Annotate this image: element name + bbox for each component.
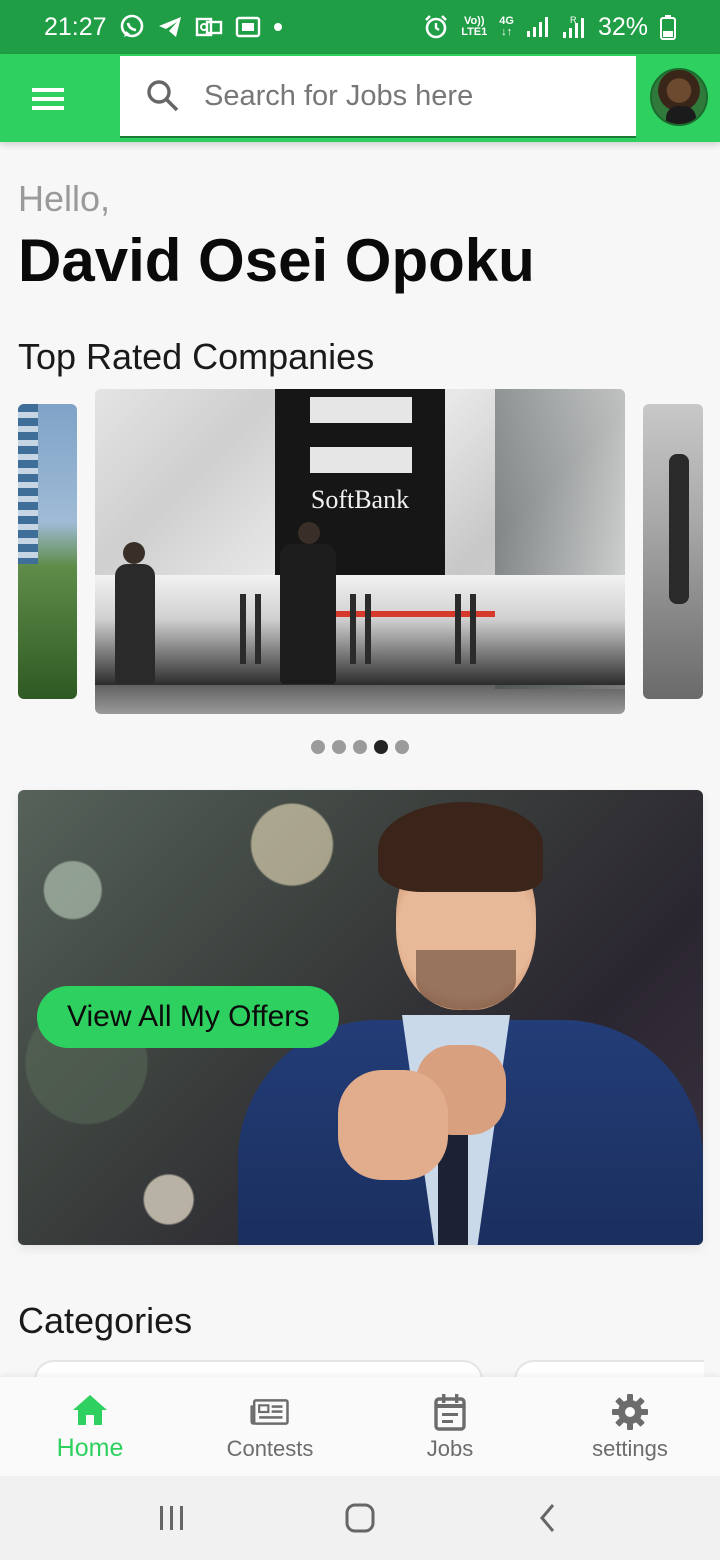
gear-icon [610,1392,650,1432]
alarm-icon [423,14,449,40]
greeting-hello: Hello, [18,178,111,219]
nav-jobs-label: Jobs [426,1435,474,1461]
barrier-post [470,594,476,664]
nav-contests-label: Contests [226,1435,314,1461]
whatsapp-icon [119,14,145,40]
nav-jobs[interactable]: Jobs [360,1377,540,1476]
person-head [298,522,320,544]
offers-banner: View All My Offers [18,790,703,1245]
top-companies-title: Top Rated Companies [18,336,375,377]
gallery-icon [235,15,261,39]
battery-icon [660,14,676,40]
data-type-icon: 4G ↓↑ [499,15,514,38]
volte-icon: Vo)) LTE1 [461,16,487,38]
nav-home[interactable]: Home [0,1377,180,1476]
person-walking [280,544,336,684]
signal-roaming-icon: R [562,15,586,39]
nav-contests[interactable]: Contests [180,1377,360,1476]
carousel-dot[interactable] [332,740,346,754]
home-system-icon [345,1503,375,1533]
home-system-button[interactable] [266,1502,454,1534]
banner-man-beard [416,950,516,1010]
nav-home-label: Home [56,1434,124,1462]
barrier-post [240,594,246,664]
hamburger-menu-icon [32,88,64,110]
recent-apps-button[interactable] [78,1504,266,1532]
outlook-icon [195,15,223,39]
newspaper-icon [250,1392,290,1432]
company-slide-softbank[interactable]: SoftBank [95,389,625,714]
barrier-post [255,594,261,664]
person-left [115,564,155,684]
reception-desk [95,575,625,685]
status-left: 21:27 [44,13,283,42]
barrier-post [350,594,356,664]
signal-icon [526,16,550,38]
user-name: David Osei Opoku [18,227,535,294]
status-right: Vo)) LTE1 4G ↓↑ R 32% [423,13,676,42]
banner-man-hand [338,1070,448,1180]
barrier-post [365,594,371,664]
carousel-indicator [0,740,720,754]
banner-man-hair [378,802,543,892]
search-icon [144,77,182,115]
calendar-icon [430,1392,470,1432]
network-bottom-label: LTE1 [461,26,488,38]
carousel-dot[interactable] [311,740,325,754]
dot-icon [273,22,283,32]
status-bar: 21:27 Vo)) LTE1 4G ↓↑ R 32% [0,0,720,54]
bottom-navigation: Home Contests Jobs settings [0,1377,720,1476]
recent-apps-icon [160,1506,183,1530]
search-bar[interactable] [120,56,636,138]
softbank-sign-text: SoftBank [310,485,410,514]
carousel-dot-active[interactable] [374,740,388,754]
sign-bar-top [310,397,412,423]
view-offers-button[interactable]: View All My Offers [37,986,340,1048]
app-bar [0,54,720,142]
carousel-dot[interactable] [395,740,409,754]
sign-bar-bottom [310,447,412,473]
nav-settings[interactable]: settings [540,1377,720,1476]
data-type-label: 4G [499,15,514,27]
status-time: 21:27 [44,12,107,41]
back-button[interactable] [454,1502,642,1534]
company-carousel[interactable]: SoftBank [0,388,720,718]
search-input[interactable] [204,71,604,121]
nav-settings-label: settings [592,1435,668,1461]
company-slide-previous[interactable] [18,404,77,699]
company-slide-next[interactable] [643,404,703,699]
menu-button[interactable] [24,78,74,120]
person-head [123,542,145,564]
carousel-dot[interactable] [353,740,367,754]
battery-percent: 32% [597,12,648,41]
home-icon [70,1390,110,1430]
avatar[interactable] [650,68,708,126]
system-navigation [0,1476,720,1560]
barrier-post [455,594,461,664]
back-icon [540,1504,555,1532]
telegram-icon [157,15,183,39]
categories-title: Categories [18,1300,193,1341]
